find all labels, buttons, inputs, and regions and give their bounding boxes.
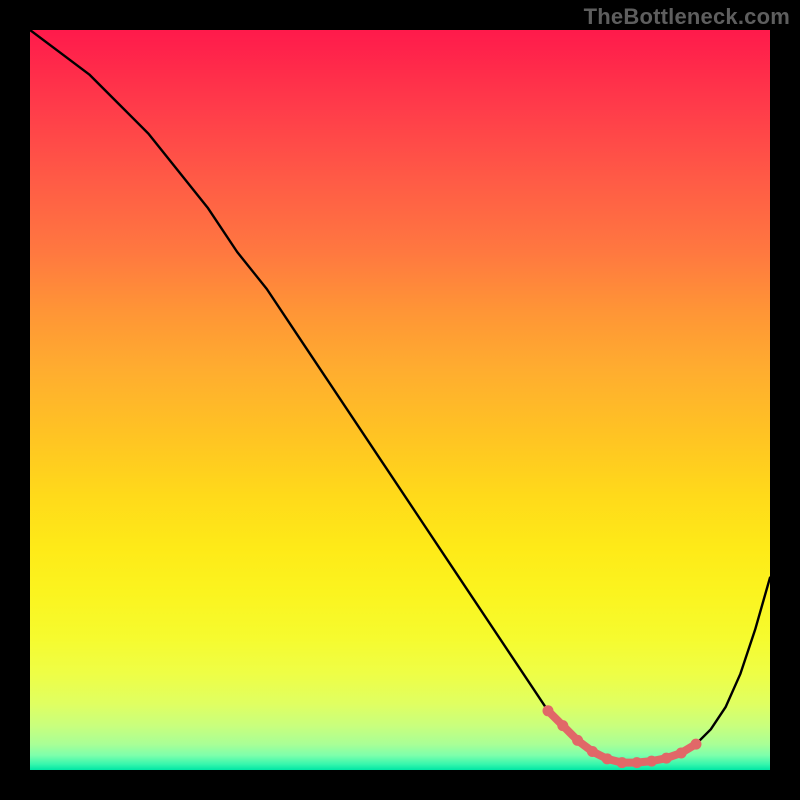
optimal-point bbox=[676, 747, 687, 758]
optimal-point bbox=[661, 753, 672, 764]
optimal-point bbox=[557, 720, 568, 731]
optimal-point bbox=[646, 756, 657, 767]
bottleneck-curve bbox=[30, 30, 770, 763]
plot-area bbox=[30, 30, 770, 770]
optimal-point bbox=[631, 757, 642, 768]
optimal-point bbox=[617, 757, 628, 768]
chart-frame: TheBottleneck.com bbox=[0, 0, 800, 800]
optimal-point bbox=[587, 746, 598, 757]
optimal-point bbox=[572, 735, 583, 746]
optimal-point bbox=[602, 753, 613, 764]
chart-svg bbox=[30, 30, 770, 770]
optimal-range-segment bbox=[548, 711, 696, 763]
watermark-text: TheBottleneck.com bbox=[584, 4, 790, 30]
optimal-point bbox=[691, 739, 702, 750]
optimal-range-dots bbox=[543, 705, 702, 768]
optimal-point bbox=[543, 705, 554, 716]
